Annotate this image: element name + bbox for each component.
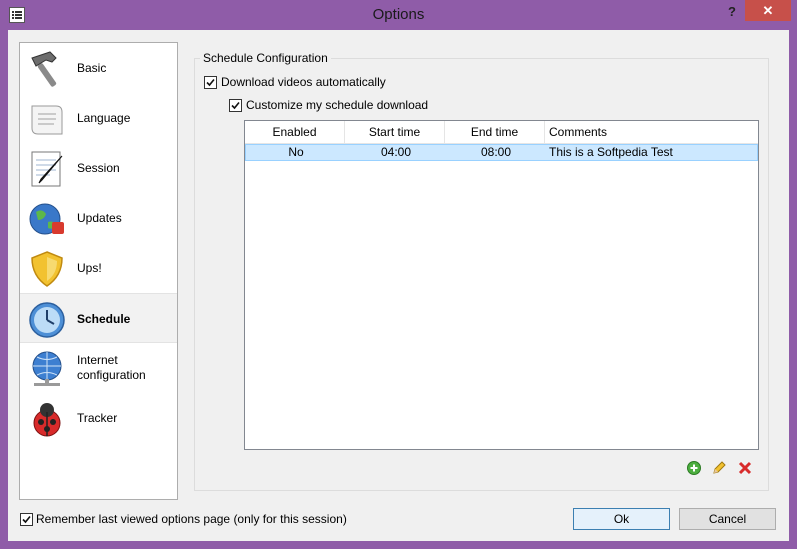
nav-item-tracker[interactable]: Tracker — [20, 393, 177, 443]
column-header-enabled[interactable]: Enabled — [245, 121, 345, 143]
customize-schedule-label[interactable]: Customize my schedule download — [246, 98, 428, 112]
nav-label-line1: Internet — [77, 353, 118, 367]
window-title: Options — [372, 6, 425, 23]
clock-icon — [29, 302, 65, 338]
nav-item-session[interactable]: Session — [20, 143, 177, 193]
title-bar[interactable]: Options ? ✕ — [0, 0, 797, 30]
cancel-button[interactable]: Cancel — [679, 508, 776, 530]
nav-label: Language — [77, 110, 131, 125]
schedule-list[interactable]: Enabled Start time End time Comments No … — [244, 120, 759, 450]
nav-label-line2: configuration — [77, 368, 146, 382]
nav-item-basic[interactable]: Basic — [20, 43, 177, 93]
dialog-client-area: Basic Language Session Updates Ups! Sche… — [8, 30, 789, 541]
cell-comments: This is a Softpedia Test — [549, 145, 673, 159]
hammer-icon — [31, 51, 57, 87]
cell-start-time: 04:00 — [380, 145, 412, 159]
close-button[interactable]: ✕ — [745, 0, 791, 21]
cell-end-time: 08:00 — [480, 145, 512, 159]
ladybug-icon — [33, 403, 61, 437]
notepad-pen-icon — [31, 151, 63, 187]
options-window: Options ? ✕ Basic Language Session Updat… — [0, 0, 797, 549]
nav-item-updates[interactable]: Updates — [20, 193, 177, 243]
customize-schedule-checkbox[interactable] — [229, 99, 242, 112]
edit-pencil-icon[interactable] — [711, 460, 727, 476]
nav-item-ups[interactable]: Ups! — [20, 243, 177, 293]
help-button[interactable]: ? — [721, 2, 743, 22]
scroll-icon — [31, 105, 63, 135]
ok-button[interactable]: Ok — [573, 508, 670, 530]
table-row[interactable]: No 04:00 08:00 This is a Softpedia Test — [245, 144, 758, 161]
nav-item-internet-configuration[interactable]: Internet configuration — [20, 343, 177, 393]
nav-label: Schedule — [77, 311, 131, 326]
globe-update-icon — [29, 203, 64, 235]
column-header-end-time[interactable]: End time — [445, 121, 545, 143]
download-automatically-label[interactable]: Download videos automatically — [221, 75, 386, 89]
nav-label: Basic — [77, 60, 107, 75]
remember-page-label[interactable]: Remember last viewed options page (only … — [36, 512, 347, 526]
options-category-list: Basic Language Session Updates Ups! Sche… — [19, 42, 178, 500]
nav-label: Session — [77, 160, 120, 175]
remember-page-checkbox[interactable] — [20, 513, 33, 526]
nav-item-language[interactable]: Language — [20, 93, 177, 143]
nav-label: Tracker — [77, 410, 118, 425]
download-automatically-checkbox[interactable] — [204, 76, 217, 89]
delete-icon[interactable] — [737, 460, 753, 476]
column-header-comments[interactable]: Comments — [545, 121, 758, 143]
cell-enabled: No — [288, 145, 304, 159]
group-title: Schedule Configuration — [200, 51, 331, 65]
shield-icon — [31, 251, 63, 287]
column-header-start-time[interactable]: Start time — [345, 121, 445, 143]
nav-item-schedule[interactable]: Schedule — [20, 293, 177, 343]
nav-label: Updates — [77, 210, 122, 225]
nav-label: Internet configuration — [77, 343, 146, 393]
list-header: Enabled Start time End time Comments — [245, 121, 758, 144]
add-icon[interactable] — [686, 460, 702, 476]
network-globe-icon — [32, 351, 62, 386]
nav-label: Ups! — [77, 260, 102, 275]
